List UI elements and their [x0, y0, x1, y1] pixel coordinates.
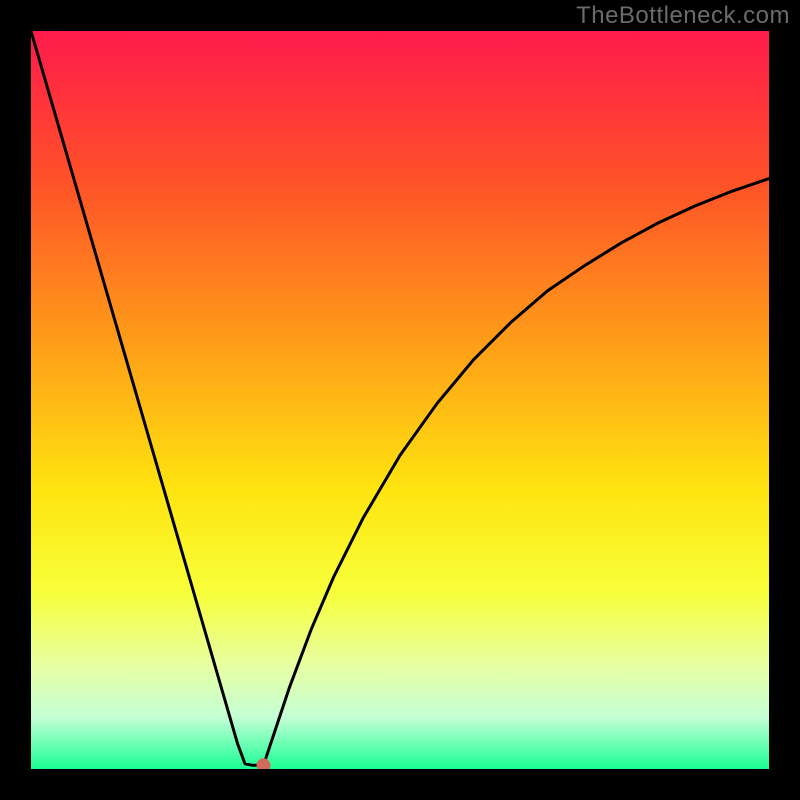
plot-area [31, 31, 769, 769]
watermark-text: TheBottleneck.com [576, 2, 790, 30]
gradient-background [31, 31, 769, 769]
chart-frame: TheBottleneck.com [0, 0, 800, 800]
plot-svg [31, 31, 769, 769]
